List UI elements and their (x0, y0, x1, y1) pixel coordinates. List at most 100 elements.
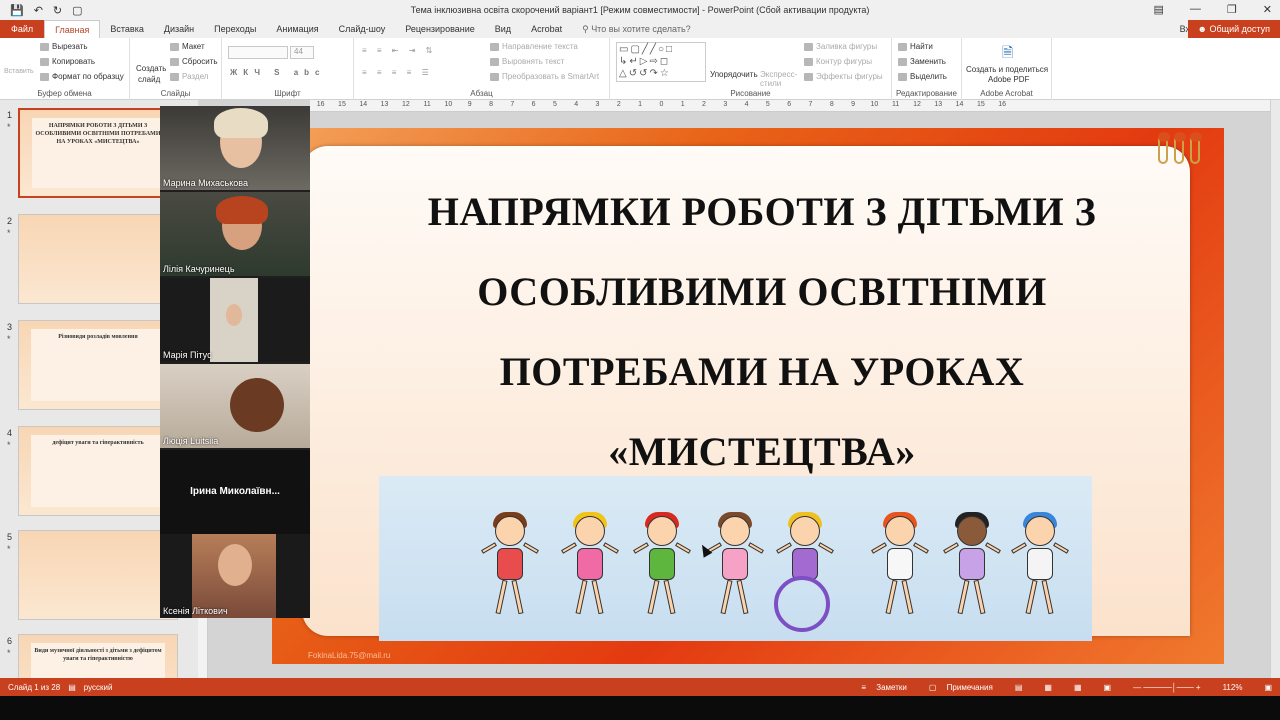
tell-me-box[interactable]: ⚲ Что вы хотите сделать? (572, 24, 691, 35)
zoom-slider[interactable]: — ─────│─── + (1133, 683, 1200, 692)
thumb-number: 1 (7, 110, 13, 120)
paperclip-decoration (1158, 132, 1202, 164)
language-indicator[interactable]: русский (84, 683, 113, 692)
notes-button[interactable]: ≡ Заметки (861, 683, 907, 692)
tab-slideshow[interactable]: Слайд-шоу (329, 20, 396, 38)
find-button[interactable]: Найти (898, 42, 933, 51)
text-direction-button[interactable]: Направление текста (490, 42, 578, 51)
slide-title[interactable]: НАПРЯМКИ РОБОТИ З ДІТЬМИ З ОСОБЛИВИМИ ОС… (332, 172, 1192, 492)
thumbnail-slide-4[interactable]: дефіцит уваги та гіперактивність (18, 426, 178, 516)
layout-icon (170, 42, 179, 51)
smartart-icon (490, 72, 499, 81)
slideshow-view-icon[interactable]: ▣ (1104, 683, 1112, 692)
participant-tile[interactable]: Люція Luitsiia (160, 364, 310, 448)
save-icon[interactable]: 💾 (10, 4, 24, 17)
ruler-tick-label: 1 (638, 101, 643, 108)
participant-tile[interactable]: Марина Михаськова (160, 106, 310, 190)
participant-name: Марина Михаськова (163, 178, 248, 188)
shape-fill-button[interactable]: Заливка фигуры (804, 42, 877, 51)
vertical-scrollbar[interactable] (1270, 100, 1280, 678)
align-text-icon (490, 57, 499, 66)
group-label-editing: Редактирование (896, 89, 957, 98)
thumbnail-slide-1[interactable]: НАПРЯМКИ РОБОТИ З ДІТЬМИ З ОСОБЛИВИМИ ОС… (18, 108, 178, 198)
thumbnail-slide-6[interactable]: Види музичної діяльності з дітьми з дефі… (18, 634, 178, 678)
participant-hair (214, 108, 268, 138)
leg (957, 579, 970, 615)
arm (913, 542, 929, 554)
slide-sorter-icon[interactable]: ▦ (1044, 683, 1052, 692)
normal-view-icon[interactable]: ▤ (1015, 683, 1023, 692)
fit-slide-icon[interactable]: ▣ (1264, 683, 1272, 692)
ruler-tick-label: 10 (870, 101, 879, 108)
leg (511, 579, 524, 615)
effects-icon (804, 72, 813, 81)
minimize-icon[interactable]: — (1190, 3, 1201, 16)
reset-button[interactable]: Сбросить (170, 57, 218, 66)
tab-animation[interactable]: Анимация (266, 20, 328, 38)
create-pdf-button[interactable]: Создать и поделиться (966, 65, 1048, 74)
ruler-tick-label: 13 (934, 101, 943, 108)
thumbnail-slide-3[interactable]: Різновиди розладів мовлення (18, 320, 178, 410)
cut-button[interactable]: Вырезать (40, 42, 88, 51)
participant-name: Марія Пітус (163, 350, 212, 360)
thumbnail-title: дефіцит уваги та гіперактивність (31, 435, 165, 507)
children-illustration[interactable] (379, 476, 1092, 641)
tab-home[interactable]: Главная (44, 20, 101, 38)
spellcheck-icon[interactable]: ▤ (68, 683, 76, 692)
select-button[interactable]: Выделить (898, 72, 947, 81)
undo-icon[interactable]: ↶ (34, 4, 43, 17)
thumbnail-slide-2[interactable] (18, 214, 178, 304)
close-icon[interactable]: ✕ (1263, 3, 1272, 16)
tab-review[interactable]: Рецензирование (395, 20, 485, 38)
shape-effects-button[interactable]: Эффекты фигуры (804, 72, 883, 81)
alignment-buttons[interactable]: ≡ ≡ ≡ ≡ ☰ (362, 68, 433, 77)
ruler-tick-label: 16 (316, 101, 325, 108)
group-editing: Найти Заменить Выделить Редактирование (892, 38, 962, 100)
arrange-button[interactable]: Упорядочить (710, 70, 758, 79)
tab-transitions[interactable]: Переходы (204, 20, 266, 38)
thumbnail-slide-5[interactable] (18, 530, 178, 620)
participant-tile[interactable]: Лілія Качуринець (160, 192, 310, 276)
current-slide[interactable]: НАПРЯМКИ РОБОТИ З ДІТЬМИ З ОСОБЛИВИМИ ОС… (272, 128, 1224, 664)
body (959, 548, 985, 580)
thumb-number: 5 (7, 532, 13, 542)
format-painter-button[interactable]: Формат по образцу (40, 72, 124, 81)
redo-icon[interactable]: ↻ (53, 4, 62, 17)
share-button[interactable]: ☻ Общий доступ (1187, 20, 1280, 38)
slide-editor[interactable]: НАПРЯМКИ РОБОТИ З ДІТЬМИ З ОСОБЛИВИМИ ОС… (272, 112, 1270, 678)
section-button[interactable]: Раздел (170, 72, 208, 81)
ruler-tick-label: 4 (574, 101, 579, 108)
shape-outline-button[interactable]: Контур фигуры (804, 57, 872, 66)
font-style-buttons[interactable]: ЖКЧ S abc (230, 68, 326, 77)
layout-button[interactable]: Макет (170, 42, 205, 51)
tab-design[interactable]: Дизайн (154, 20, 204, 38)
arm (1053, 542, 1069, 554)
quick-styles-button[interactable]: Экспресс-стили (760, 70, 800, 88)
replace-button[interactable]: Заменить (898, 57, 946, 66)
tab-insert[interactable]: Вставка (100, 20, 153, 38)
restore-icon[interactable]: ❐ (1227, 3, 1237, 16)
shapes-gallery[interactable]: ▭▢╱╱○□ ↳↵▷⇨◻ △↺↺↷☆ (616, 42, 706, 82)
lightbulb-icon: ⚲ (582, 23, 592, 34)
tab-acrobat[interactable]: Acrobat (521, 20, 572, 38)
slideshow-start-icon[interactable]: ▢ (72, 4, 82, 17)
ribbon-display-icon[interactable]: ▤ (1154, 3, 1164, 16)
copy-button[interactable]: Копировать (40, 57, 95, 66)
tab-view[interactable]: Вид (485, 20, 521, 38)
align-text-button[interactable]: Выровнять текст (490, 57, 564, 66)
list-buttons[interactable]: ≡ ≡ ⇤ ⇥ ⇅ (362, 46, 436, 55)
zoom-level[interactable]: 112% (1223, 683, 1243, 692)
comments-button[interactable]: ▢ Примечания (929, 683, 993, 692)
participant-tile[interactable]: Марія Пітус (160, 278, 310, 362)
slide-title-line: ОСОБЛИВИМИ ОСВІТНІМИ (477, 269, 1047, 314)
font-size-combo[interactable]: 44 (290, 46, 314, 59)
tab-file[interactable]: Файл (0, 20, 45, 38)
participant-tile[interactable]: Ірина Миколаївн... (160, 450, 310, 534)
font-name-combo[interactable] (228, 46, 288, 59)
smartart-button[interactable]: Преобразовать в SmartArt (490, 72, 599, 81)
participant-tile[interactable]: Ксенія Літкович (160, 534, 310, 618)
reading-view-icon[interactable]: ▦ (1074, 683, 1082, 692)
group-paragraph: Направление текста Выровнять текст Преоб… (354, 38, 610, 100)
new-slide-button[interactable]: Создать (136, 64, 166, 73)
select-icon (898, 72, 907, 81)
